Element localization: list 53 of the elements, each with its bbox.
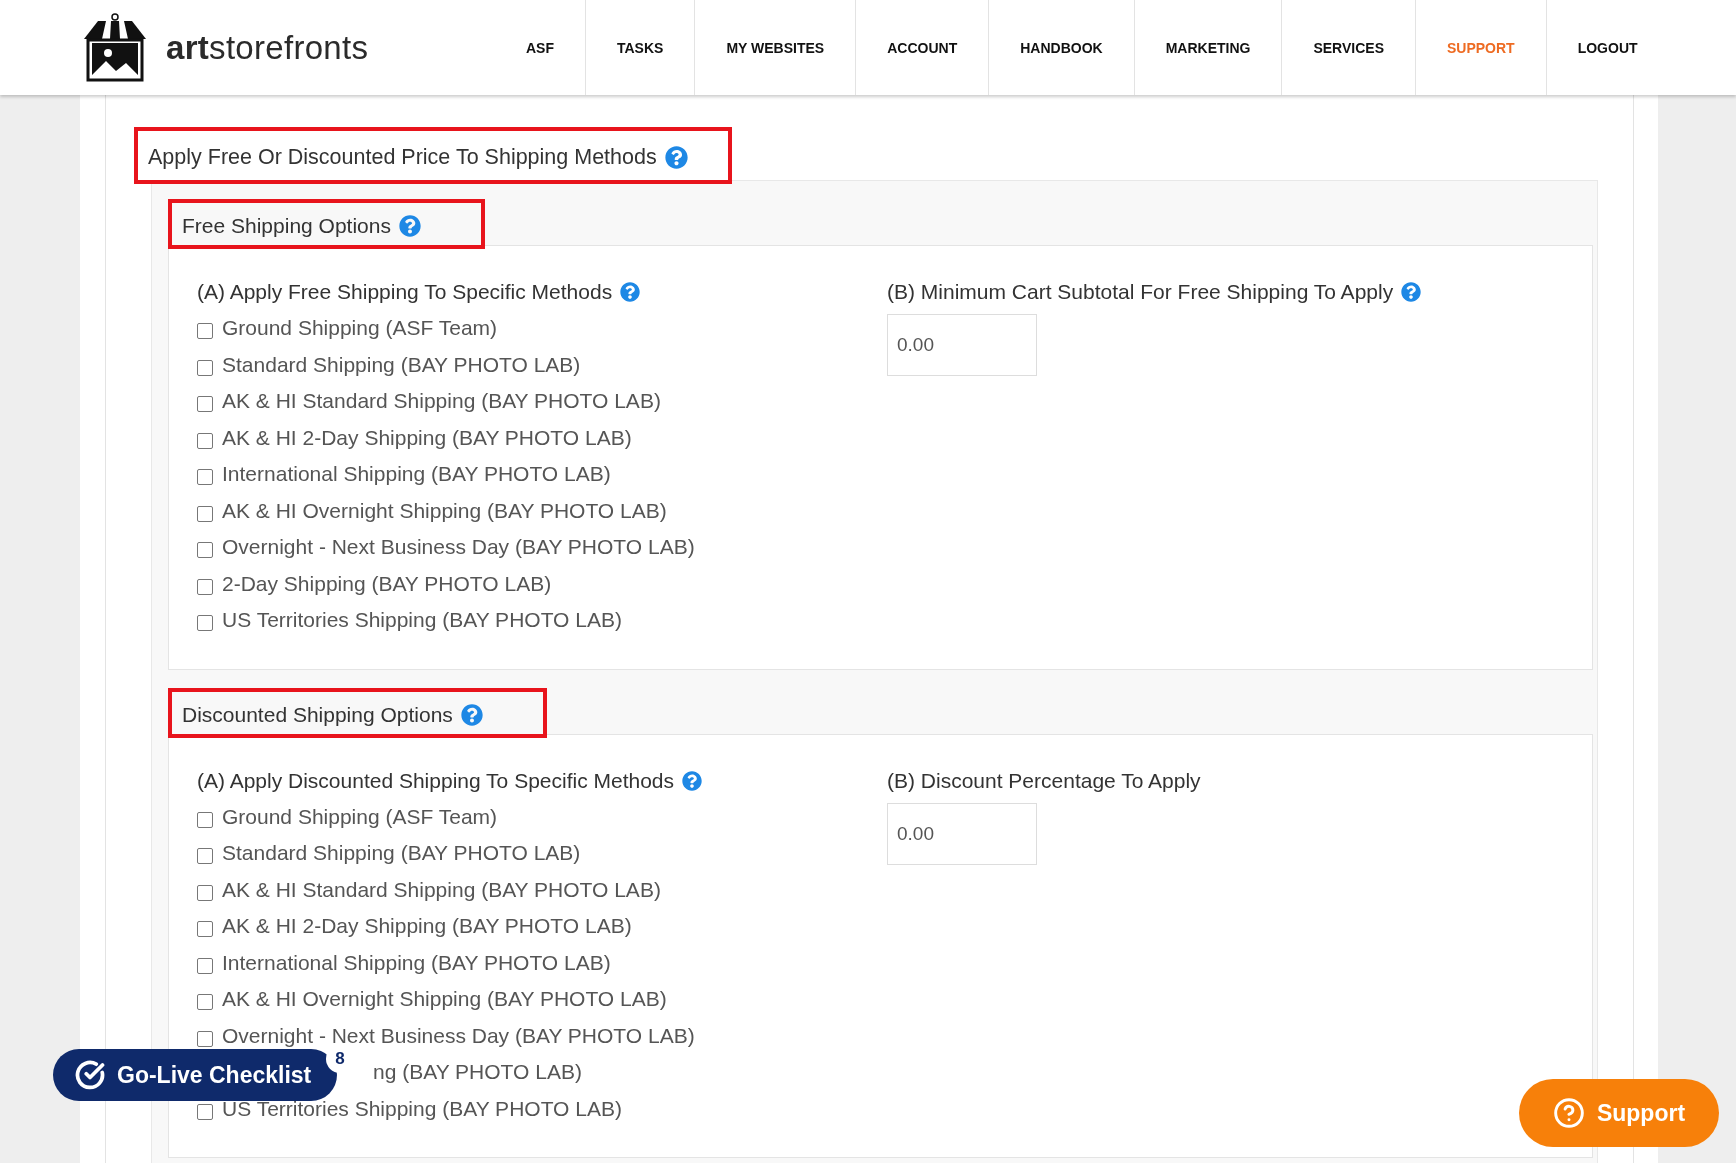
checkbox-label: ng (BAY PHOTO LAB) (373, 1060, 582, 1085)
checkbox[interactable] (197, 396, 213, 413)
checkbox[interactable] (197, 994, 213, 1011)
checkbox-label: Standard Shipping (BAY PHOTO LAB) (222, 841, 581, 866)
help-icon[interactable] (398, 215, 421, 237)
help-icon[interactable] (620, 282, 641, 302)
checkbox-label: AK & HI 2-Day Shipping (BAY PHOTO LAB) (222, 425, 632, 450)
group-title: Free Shipping Options (182, 214, 391, 238)
checkbox[interactable] (197, 811, 213, 828)
checkbox-label: Overnight - Next Business Day (BAY PHOTO LAB) (222, 1023, 695, 1048)
checkbox[interactable] (197, 542, 213, 559)
checkbox-label: International Shipping (BAY PHOTO LAB) (222, 950, 611, 975)
checkbox-label: International Shipping (BAY PHOTO LAB) (222, 462, 611, 487)
amount-heading: (B) Discount Percentage To Apply (887, 768, 1201, 793)
checkbox-label: AK & HI Standard Shipping (BAY PHOTO LAB) (222, 389, 661, 414)
checkbox[interactable] (197, 1103, 213, 1120)
checkbox[interactable] (197, 505, 213, 522)
help-icon[interactable] (664, 146, 688, 169)
check-circle-icon (75, 1060, 105, 1090)
methods-heading: (A) Apply Discounted Shipping To Specific Methods (197, 768, 675, 793)
help-icon (1552, 1097, 1585, 1129)
checkbox[interactable] (197, 884, 213, 901)
checkbox[interactable] (197, 323, 213, 340)
nav-link[interactable]: ASF (496, 0, 585, 95)
brand-name: artstorefronts (166, 28, 369, 67)
checkbox[interactable] (197, 469, 213, 486)
checkbox-label: AK & HI Standard Shipping (BAY PHOTO LAB) (222, 877, 661, 902)
checkbox-label: 2-Day Shipping (BAY PHOTO LAB) (222, 571, 552, 596)
checkbox[interactable] (197, 432, 213, 449)
help-icon[interactable] (1401, 282, 1422, 302)
amount-heading: (B) Minimum Cart Subtotal For Free Shipping To Apply (887, 280, 1394, 304)
amount-field[interactable]: 0.00 (887, 314, 1037, 376)
checkbox[interactable] (197, 848, 213, 865)
checkbox-label: Overnight - Next Business Day (BAY PHOTO LAB) (222, 535, 695, 560)
section-title: Apply Free Or Discounted Price To Shipping Methods (148, 145, 657, 170)
checkbox-label: AK & HI Overnight Shipping (BAY PHOTO LAB) (222, 987, 667, 1012)
group-title: Discounted Shipping Options (182, 702, 453, 727)
checkbox[interactable] (197, 359, 213, 376)
checkbox-label: AK & HI 2-Day Shipping (BAY PHOTO LAB) (222, 914, 632, 939)
checkbox[interactable] (197, 957, 213, 974)
checkbox-label: Ground Shipping (ASF Team) (222, 804, 498, 829)
checkbox[interactable] (197, 921, 213, 938)
checkbox-label: AK & HI Overnight Shipping (BAY PHOTO LAB) (222, 498, 667, 523)
checkbox[interactable] (197, 578, 213, 595)
help-icon[interactable] (682, 770, 703, 791)
checkbox-label: US Territories Shipping (BAY PHOTO LAB) (222, 608, 622, 633)
amount-field[interactable]: 0.00 (887, 802, 1037, 865)
checkbox-label: Standard Shipping (BAY PHOTO LAB) (222, 352, 581, 377)
checkbox[interactable] (197, 615, 213, 632)
checkbox[interactable] (197, 1030, 213, 1047)
help-icon[interactable] (460, 703, 483, 726)
methods-heading: (A) Apply Free Shipping To Specific Methods (197, 280, 613, 304)
checkbox-label: Ground Shipping (ASF Team) (222, 316, 498, 341)
